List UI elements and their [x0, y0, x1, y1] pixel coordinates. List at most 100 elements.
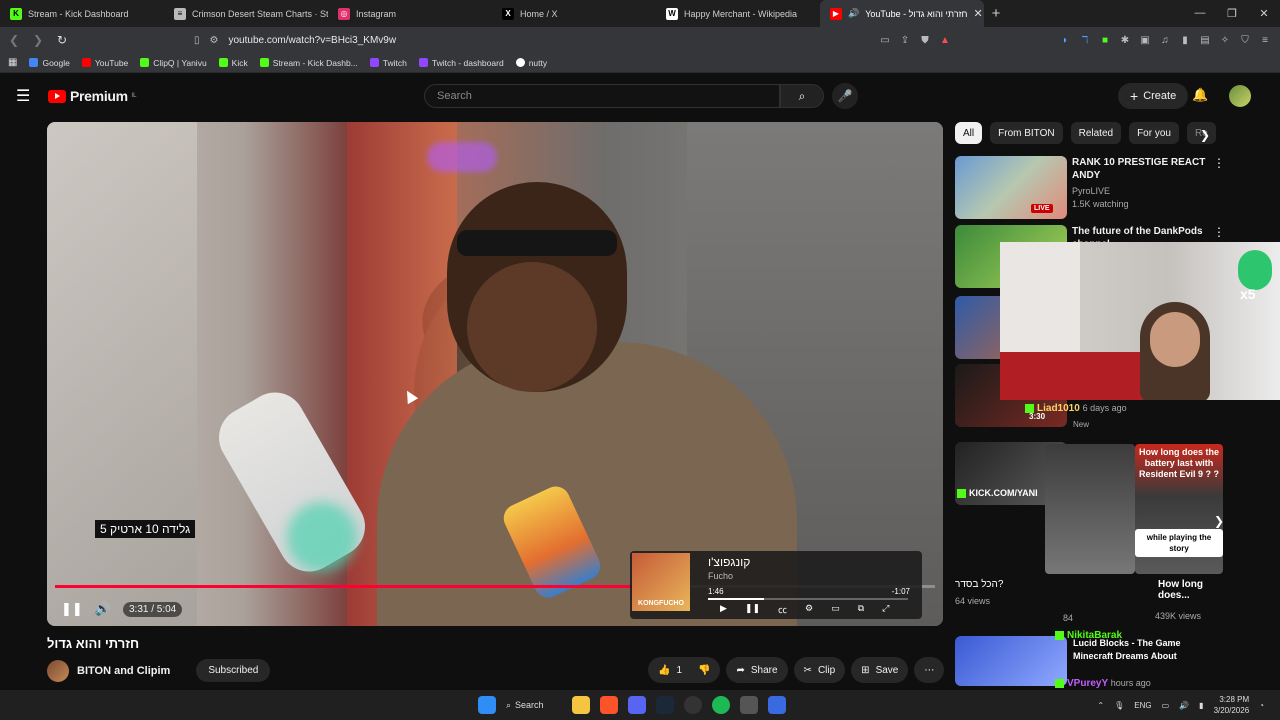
save-button[interactable]: ⊞ Save	[851, 657, 909, 683]
taskbar-search[interactable]: ⌕ Search	[506, 700, 562, 711]
bookmark-twitch-dashboard[interactable]: Twitch - dashboard	[418, 58, 504, 68]
url-field[interactable]: ▯ ⚙ youtube.com/watch?v=BHci3_KMv9w	[194, 35, 396, 46]
windows-start-icon[interactable]	[478, 696, 496, 714]
volume-tray-icon[interactable]: 🔊	[1179, 701, 1189, 710]
more-vert-icon[interactable]: ⋮	[1213, 225, 1225, 239]
reload-icon[interactable]: ↻	[52, 33, 72, 47]
chevron-right-icon[interactable]: ❯	[1200, 128, 1210, 142]
voice-search-button[interactable]: 🎤	[832, 83, 858, 109]
tab-kick-dashboard[interactable]: K Stream - Kick Dashboard	[0, 0, 164, 27]
bookmark-icon[interactable]: ▯	[194, 35, 200, 46]
share-icon: ➦	[736, 664, 745, 676]
apps-icon[interactable]: ▦	[8, 57, 17, 68]
minimize-icon[interactable]: —	[1184, 7, 1216, 20]
search-input[interactable]: Search	[424, 84, 780, 108]
speaker-icon[interactable]: 🔊	[848, 8, 859, 19]
album-art: KONGFUCHO	[632, 553, 690, 611]
song-progress-bar[interactable]	[708, 598, 908, 600]
search-button[interactable]: ⌕	[780, 84, 824, 108]
network-icon[interactable]: ▭	[1162, 701, 1170, 710]
extension-icon-3[interactable]: ■	[1098, 33, 1112, 47]
clip-button[interactable]: ✂ Clip	[793, 657, 846, 683]
language-indicator[interactable]: ENG	[1134, 701, 1151, 710]
extension-icon-4[interactable]: ▣	[1138, 33, 1152, 47]
extension-icon-2[interactable]: ℸ	[1078, 33, 1092, 47]
channel-name[interactable]: BITON and Clipim	[77, 665, 170, 677]
more-vert-icon[interactable]: ⋮	[1213, 156, 1225, 170]
bookmark-kick[interactable]: Kick	[218, 58, 248, 68]
cast-icon[interactable]: ⧉	[858, 603, 864, 616]
maximize-icon[interactable]: ❐	[1216, 7, 1248, 20]
app-icon[interactable]	[740, 696, 758, 714]
webcam-streamer-face	[1150, 312, 1200, 367]
like-button[interactable]: 👍 1 👎	[648, 657, 721, 683]
dislike-icon[interactable]: 👎	[698, 665, 710, 676]
notification-icon[interactable]: ◔	[1259, 701, 1264, 710]
app-icon-2[interactable]	[768, 696, 786, 714]
brave-shield-icon[interactable]: ⛊	[918, 33, 932, 47]
leo-icon[interactable]: ✧	[1218, 33, 1232, 47]
tab-wikipedia[interactable]: W Happy Merchant - Wikipedia	[656, 0, 820, 27]
chevron-up-icon[interactable]: ⌃	[1097, 701, 1104, 710]
cast-icon[interactable]: ▭	[878, 33, 892, 47]
google-icon	[29, 58, 39, 67]
chip-related[interactable]: Related	[1070, 122, 1122, 144]
chip-from-biton[interactable]: From BITON	[990, 122, 1063, 144]
close-window-icon[interactable]: ✕	[1248, 7, 1280, 20]
pause-icon[interactable]: ❚❚	[61, 601, 83, 617]
nutty-icon	[515, 58, 525, 67]
bookmark-twitch[interactable]: Twitch	[369, 58, 407, 68]
share-button[interactable]: ➦ Share	[726, 657, 788, 683]
play-icon[interactable]: ▶	[720, 603, 727, 616]
music-icon[interactable]: ♫	[1158, 33, 1172, 47]
tab-x-home[interactable]: X Home / X	[492, 0, 656, 27]
chevron-right-icon[interactable]: ❯	[1214, 514, 1224, 528]
theater-icon[interactable]: ▭	[831, 603, 840, 616]
extension-icon-1[interactable]: ◗	[1058, 33, 1072, 47]
bookmark-nutty[interactable]: nutty	[515, 58, 547, 68]
share-page-icon[interactable]: ⇪	[898, 33, 912, 47]
file-explorer-icon[interactable]	[572, 696, 590, 714]
settings-gear-icon[interactable]: ⚙	[805, 603, 813, 616]
chip-for-you[interactable]: For you	[1129, 122, 1179, 144]
obs-icon[interactable]	[684, 696, 702, 714]
battery-icon[interactable]: ▮	[1199, 701, 1203, 710]
tab-instagram[interactable]: ◎ Instagram	[328, 0, 492, 27]
channel-avatar[interactable]	[47, 659, 69, 682]
tab-steam-charts[interactable]: ≡Crimson Desert Steam Charts · Steam	[164, 0, 328, 27]
vpn-icon[interactable]: ⛉	[1238, 33, 1252, 47]
new-tab-button[interactable]: +	[984, 5, 1008, 22]
more-actions-button[interactable]: ⋯	[914, 657, 945, 683]
steam-icon[interactable]	[656, 696, 674, 714]
volume-icon[interactable]: 🔊	[95, 601, 111, 617]
captions-icon[interactable]: ㏄	[778, 603, 787, 616]
brave-icon[interactable]	[600, 696, 618, 714]
spotify-icon[interactable]	[712, 696, 730, 714]
taskbar-clock[interactable]: 3:28 PM 3/20/2026	[1214, 694, 1250, 716]
bookmark-kick-dashboard[interactable]: Stream - Kick Dashb...	[259, 58, 358, 68]
brave-rewards-icon[interactable]: ▲	[938, 33, 952, 47]
account-avatar[interactable]	[1229, 85, 1251, 107]
bookmark-clipq[interactable]: ClipQ | Yanivu	[140, 58, 207, 68]
forward-icon[interactable]: ❯	[28, 33, 48, 47]
tab-youtube[interactable]: ▶ 🔊 YouTube - חזרתי והוא גדול ✕	[820, 0, 984, 27]
chip-all[interactable]: All	[955, 122, 983, 144]
subscribed-button[interactable]: Subscribed	[196, 659, 271, 682]
discord-icon[interactable]	[628, 696, 646, 714]
notifications-bell-icon[interactable]: 🔔	[1192, 87, 1208, 103]
create-button[interactable]: + Create	[1118, 83, 1189, 109]
fullscreen-icon[interactable]: ⤢	[882, 603, 889, 616]
hamburger-menu-icon[interactable]: ☰	[16, 86, 36, 106]
close-tab-icon[interactable]: ✕	[973, 7, 982, 20]
bookmark-google[interactable]: Google	[29, 58, 70, 68]
extensions-icon[interactable]: ✱	[1118, 33, 1132, 47]
bookmark-youtube[interactable]: YouTube	[81, 58, 128, 68]
wallet-icon[interactable]: ▤	[1198, 33, 1212, 47]
pause-small-icon[interactable]: ❚❚	[745, 603, 760, 616]
sidebar-icon[interactable]: ▮	[1178, 33, 1192, 47]
youtube-premium-logo[interactable]: Premium IL	[48, 88, 137, 104]
mic-tray-icon[interactable]: 🎙	[1114, 701, 1124, 710]
site-info-icon[interactable]: ⚙	[210, 35, 219, 46]
menu-icon[interactable]: ≡	[1258, 33, 1272, 47]
back-icon[interactable]: ❮	[4, 33, 24, 47]
